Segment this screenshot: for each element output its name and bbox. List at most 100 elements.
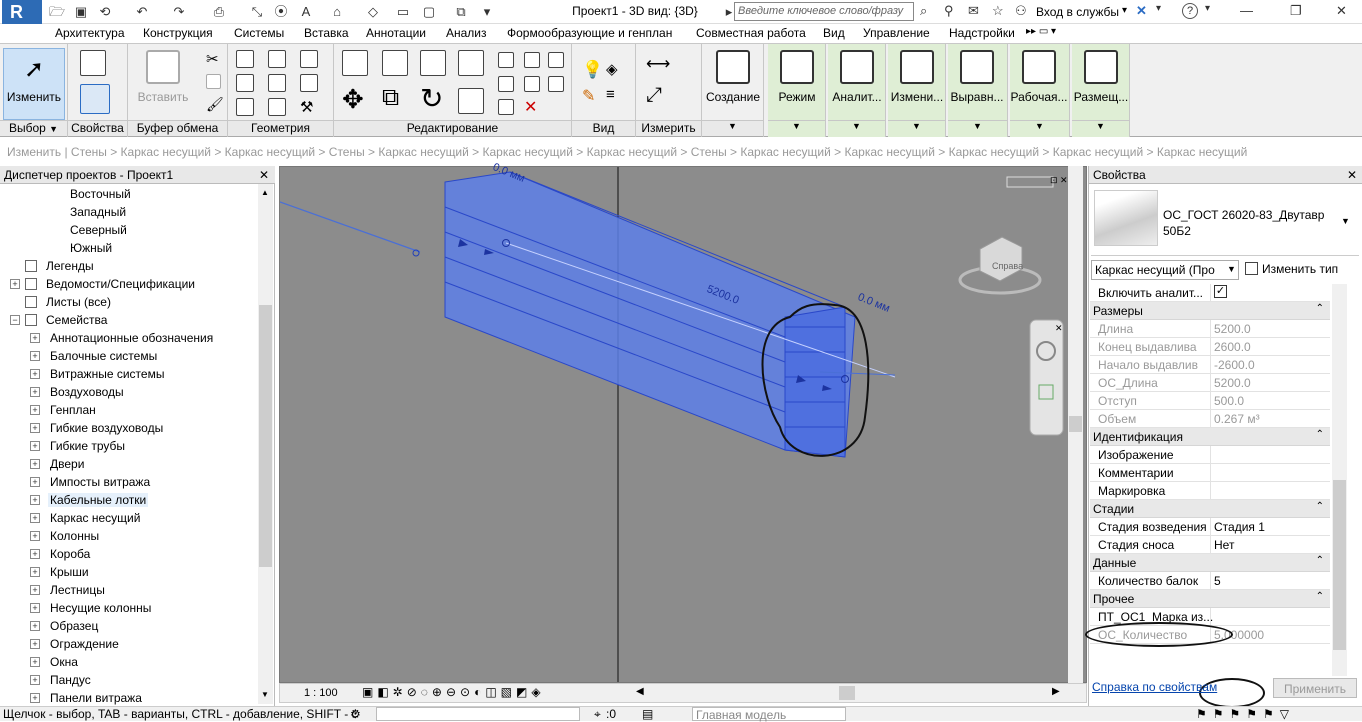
- expand-toggle-icon[interactable]: +: [30, 657, 40, 667]
- lightbulb-icon[interactable]: 💡: [582, 60, 603, 80]
- section-dimensions[interactable]: Размеры ⌃: [1090, 302, 1330, 320]
- save-icon[interactable]: ▣: [72, 3, 90, 21]
- undo-icon[interactable]: ↶: [133, 3, 151, 21]
- subscription-icon[interactable]: ⚲: [944, 3, 954, 19]
- property-row[interactable]: Включить аналит... ✓: [1090, 284, 1330, 302]
- trim-multiple-icon[interactable]: [548, 76, 564, 92]
- property-row[interactable]: Стадия сноса Нет: [1090, 536, 1330, 554]
- signin-caret-icon[interactable]: ▾: [1122, 5, 1127, 16]
- tab-addins[interactable]: Надстройки: [949, 26, 1015, 40]
- tab-view[interactable]: Вид: [823, 26, 845, 40]
- property-row[interactable]: Стадия возведения Стадия 1: [1090, 518, 1330, 536]
- hscroll-thumb[interactable]: [839, 686, 855, 700]
- scale-icon[interactable]: [498, 99, 514, 115]
- model-canvas[interactable]: Справа: [280, 167, 1086, 682]
- move-icon[interactable]: ✥: [342, 84, 364, 115]
- tab-annotate[interactable]: Аннотации: [366, 26, 426, 40]
- property-value[interactable]: 500.0: [1214, 394, 1244, 408]
- mode-button[interactable]: Режим: [768, 48, 826, 118]
- demolish-icon[interactable]: [300, 74, 318, 92]
- property-value[interactable]: 0.267 м³: [1214, 412, 1260, 426]
- property-value[interactable]: Нет: [1214, 538, 1234, 552]
- close-hidden-icon[interactable]: ▢: [420, 3, 438, 21]
- cope-icon[interactable]: [236, 50, 254, 68]
- expand-toggle-icon[interactable]: +: [30, 675, 40, 685]
- create-button[interactable]: Создание: [704, 48, 762, 118]
- type-properties-icon[interactable]: [80, 50, 106, 76]
- analytical-button[interactable]: Аналит...: [828, 48, 886, 118]
- collapse-icon[interactable]: ⌃: [1316, 429, 1324, 440]
- paint-icon[interactable]: [268, 98, 286, 116]
- expand-toggle-icon[interactable]: +: [30, 567, 40, 577]
- expand-toggle-icon[interactable]: +: [30, 423, 40, 433]
- signin-button[interactable]: Вход в службы: [1036, 5, 1119, 19]
- favorites-icon[interactable]: ☆: [992, 3, 1004, 19]
- analytical-dropdown[interactable]: ▼: [828, 120, 885, 136]
- property-row[interactable]: Маркировка: [1090, 482, 1330, 500]
- properties-palette-icon[interactable]: [80, 84, 110, 114]
- customize-qa-icon[interactable]: ▾: [478, 3, 496, 21]
- pin-icon[interactable]: [524, 52, 540, 68]
- scroll-down-icon[interactable]: ▼: [261, 690, 269, 699]
- chevron-down-icon[interactable]: ▼: [1341, 216, 1350, 226]
- edit-button[interactable]: Измени...: [888, 48, 946, 118]
- type-selector[interactable]: ОС_ГОСТ 26020-83_Двутавр 50Б2 ▼: [1091, 186, 1359, 256]
- viewcube-face-label[interactable]: Справа: [992, 261, 1023, 271]
- chevron-down-icon[interactable]: ▼: [1227, 264, 1236, 274]
- exchange-caret-icon[interactable]: ▾: [1156, 3, 1161, 14]
- trim-single-icon[interactable]: [548, 52, 564, 68]
- delete-icon[interactable]: ✕: [524, 97, 537, 117]
- align-button[interactable]: Выравн...: [948, 48, 1006, 118]
- edit-dropdown[interactable]: ▼: [888, 120, 945, 136]
- help-icon[interactable]: ?: [1182, 3, 1198, 19]
- section-other[interactable]: Прочее ⌃: [1090, 590, 1330, 608]
- design-options-icon[interactable]: ▤: [642, 707, 653, 721]
- analytical-checkbox[interactable]: ✓: [1214, 285, 1227, 298]
- create-dropdown[interactable]: ▼: [702, 120, 763, 136]
- property-row[interactable]: Изображение: [1090, 446, 1330, 464]
- expand-toggle-icon[interactable]: +: [30, 549, 40, 559]
- open-icon[interactable]: 🗁: [48, 3, 66, 21]
- dimension-aligned-icon[interactable]: ⤢: [646, 84, 662, 107]
- mirror-draw-icon[interactable]: [458, 50, 484, 76]
- 3d-viewport[interactable]: Справа 0.0 мм 5200.0 0.0 мм ✕ ⊡ ✕: [279, 161, 1087, 683]
- trim-extend-icon[interactable]: [458, 88, 484, 114]
- property-row[interactable]: Объем 0.267 м³: [1090, 410, 1330, 428]
- hscroll-right-icon[interactable]: ▶: [1052, 686, 1060, 697]
- sync-icon[interactable]: ⟲: [96, 3, 114, 21]
- expand-toggle-icon[interactable]: +: [30, 369, 40, 379]
- placement-dropdown[interactable]: ▼: [1072, 120, 1129, 136]
- scroll-up-icon[interactable]: ▲: [261, 188, 269, 197]
- property-row[interactable]: Отступ 500.0: [1090, 392, 1330, 410]
- property-value[interactable]: -2600.0: [1214, 358, 1255, 372]
- override-graphics-icon[interactable]: ✎: [582, 86, 595, 106]
- collapse-icon[interactable]: ⌃: [1316, 303, 1324, 314]
- property-row[interactable]: Начало выдавлив -2600.0: [1090, 356, 1330, 374]
- expand-toggle-icon[interactable]: +: [30, 621, 40, 631]
- linework-icon[interactable]: ≡: [606, 86, 615, 103]
- unpin-icon[interactable]: [524, 76, 540, 92]
- nav-bar-close-icon[interactable]: ✕: [1055, 323, 1063, 334]
- tab-massing-site[interactable]: Формообразующие и генплан: [507, 26, 672, 40]
- view-window-controls-icon[interactable]: ⊡ ✕: [1050, 175, 1068, 186]
- align-icon[interactable]: [342, 50, 368, 76]
- close-icon[interactable]: ✕: [259, 168, 269, 182]
- property-row[interactable]: Количество балок 5: [1090, 572, 1330, 590]
- align-dropdown[interactable]: ▼: [948, 120, 1007, 136]
- section-icon[interactable]: ◇: [364, 3, 382, 21]
- tab-systems[interactable]: Системы: [234, 26, 284, 40]
- property-value[interactable]: 5200.0: [1214, 322, 1251, 336]
- property-value[interactable]: 2600.0: [1214, 340, 1251, 354]
- close-icon[interactable]: ✕: [1347, 168, 1357, 182]
- expand-toggle-icon[interactable]: +: [30, 351, 40, 361]
- copy-element-icon[interactable]: ⧉: [382, 84, 399, 112]
- match-type-icon[interactable]: 🖌: [206, 96, 224, 113]
- print-icon[interactable]: ⎙: [210, 3, 228, 21]
- expand-toggle-icon[interactable]: +: [30, 333, 40, 343]
- join-icon[interactable]: [236, 98, 254, 116]
- wall-joins-icon[interactable]: [268, 50, 286, 68]
- revit-logo-icon[interactable]: R: [10, 2, 23, 22]
- property-row[interactable]: ОС_Длина 5200.0: [1090, 374, 1330, 392]
- browser-scroll-thumb[interactable]: [259, 305, 272, 567]
- workplane-button[interactable]: Рабочая...: [1010, 48, 1068, 118]
